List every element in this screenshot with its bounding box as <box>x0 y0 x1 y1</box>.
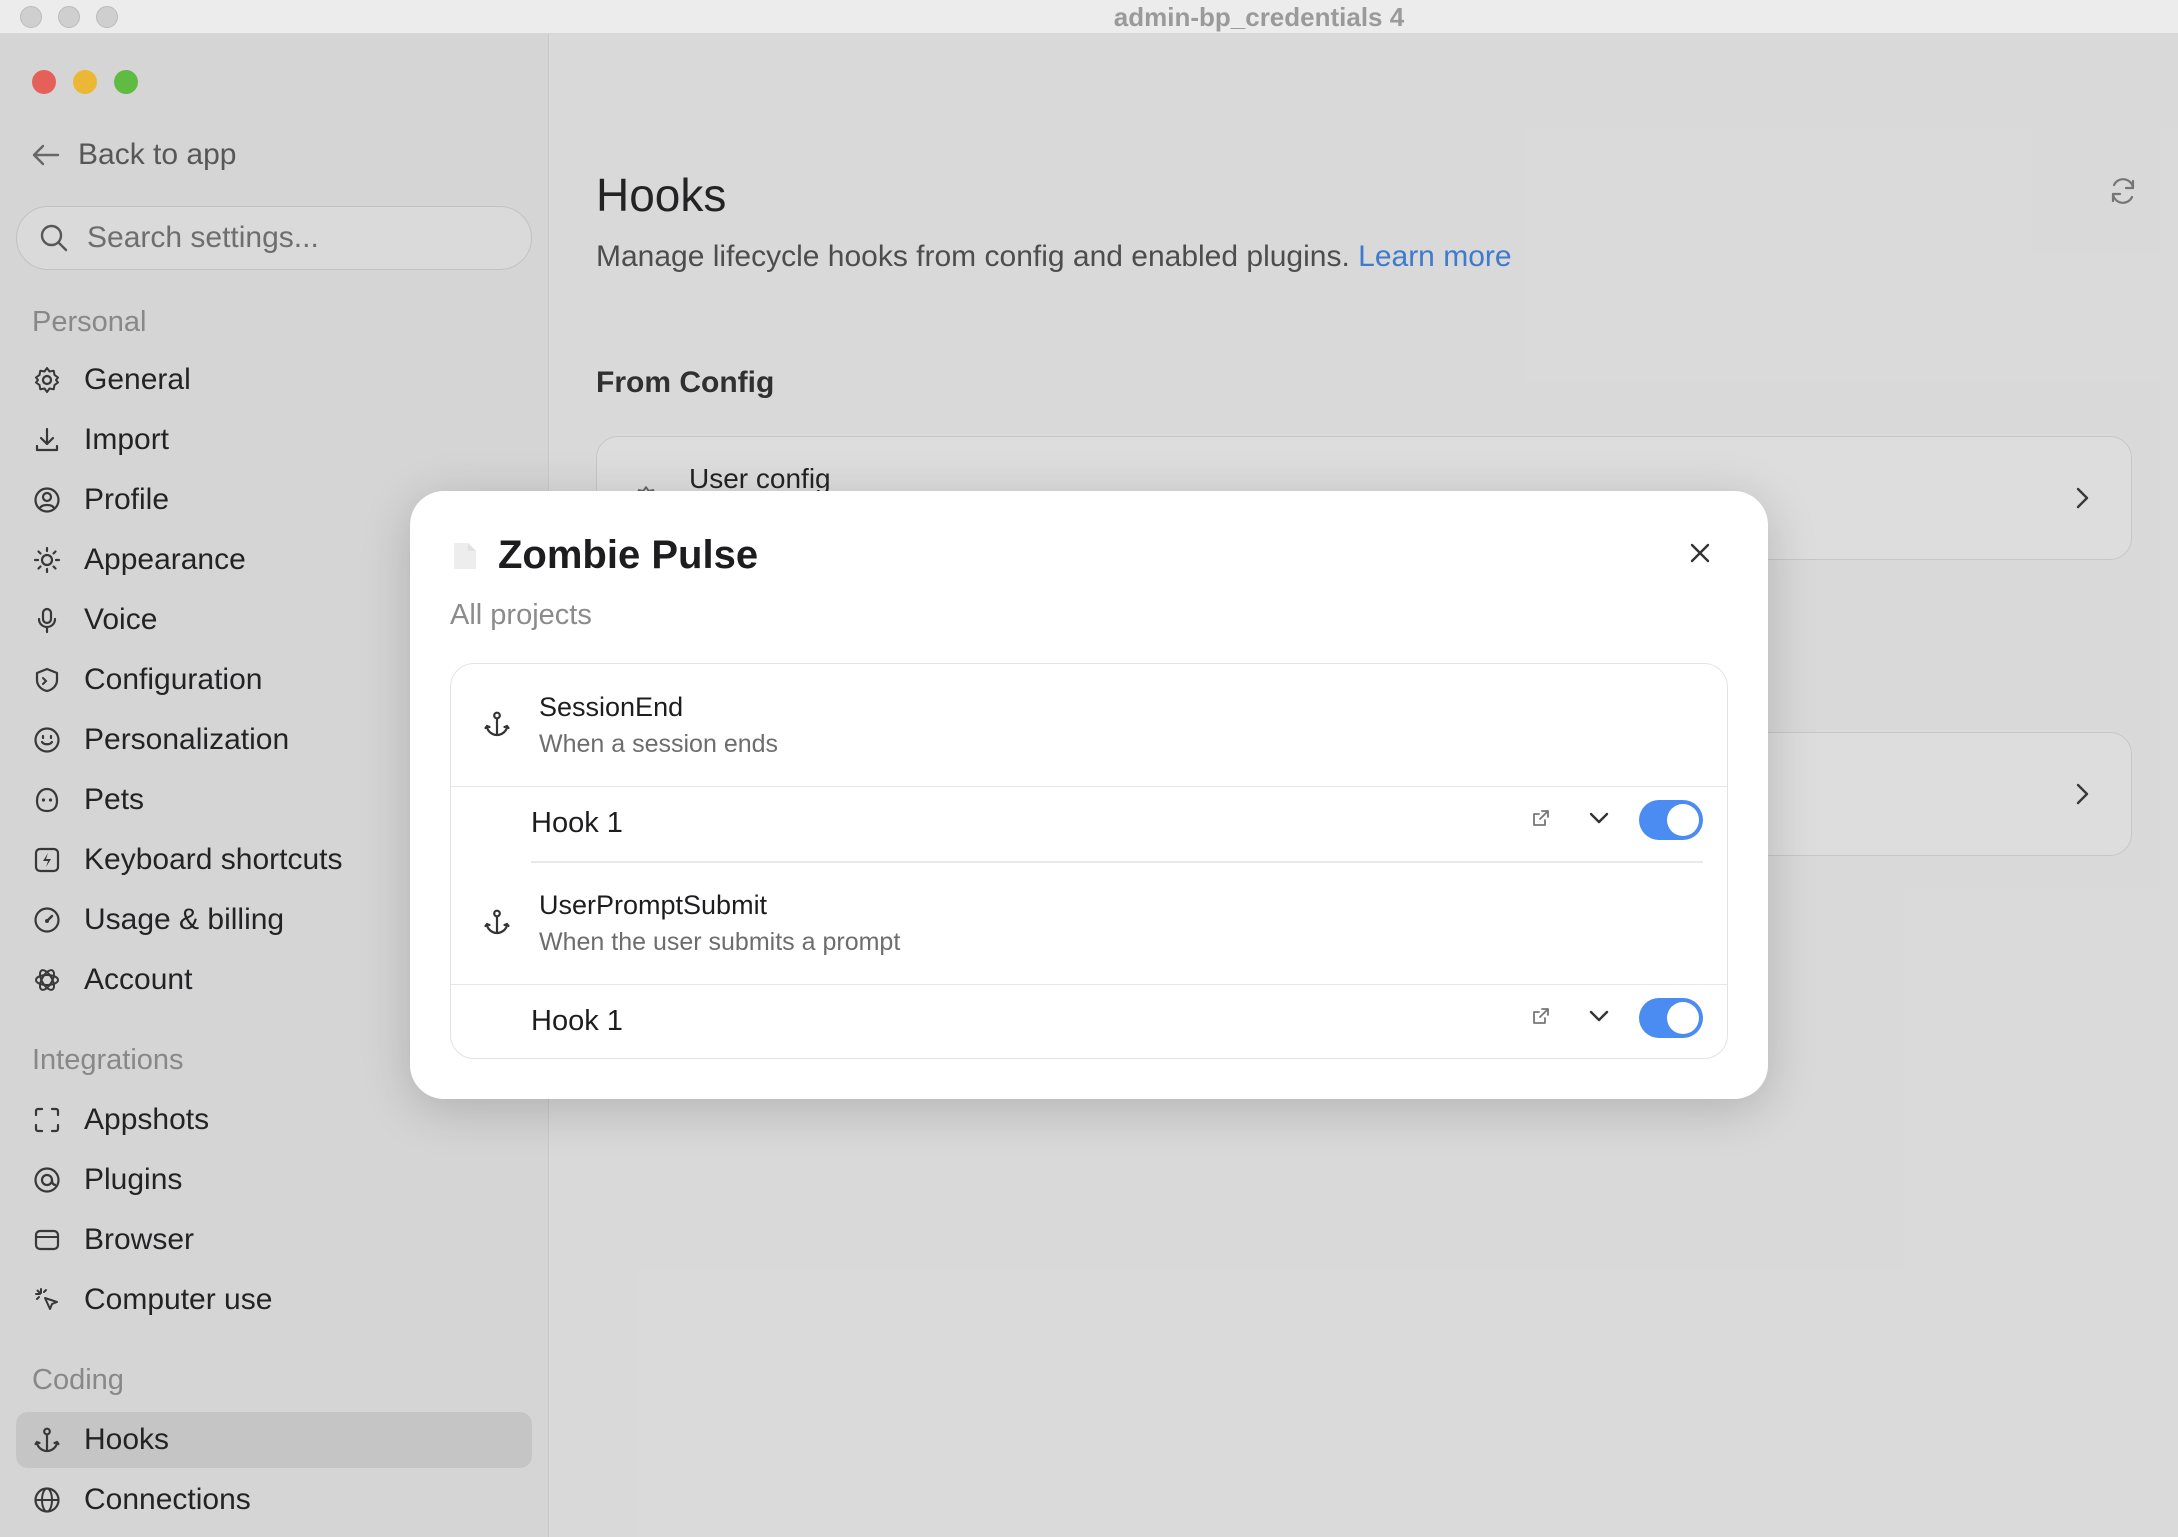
open-external-button[interactable] <box>1523 1000 1559 1036</box>
window-title: admin-bp_credentials 4 <box>1113 2 1405 32</box>
open-external-button[interactable] <box>1523 802 1559 838</box>
dialog-subtitle: All projects <box>450 599 592 631</box>
hook-enabled-toggle[interactable] <box>1639 998 1703 1038</box>
hook-name: Hook 1 <box>531 1005 623 1037</box>
dialog-close-button[interactable] <box>1682 535 1718 571</box>
hook-actions <box>1523 800 1703 840</box>
event-name: UserPromptSubmit <box>539 890 768 920</box>
hook-details-dialog: Zombie Pulse All projects SessionEnd Whe… <box>410 491 1768 1099</box>
close-icon <box>1689 542 1711 564</box>
event-name: SessionEnd <box>539 692 684 722</box>
anchor-icon <box>483 908 511 936</box>
external-link-icon <box>1531 1006 1551 1031</box>
hook-event-session-end: SessionEnd When a session ends <box>451 664 1727 786</box>
dialog-title: Zombie Pulse <box>498 533 759 577</box>
external-link-icon <box>1531 808 1551 833</box>
hook-enabled-toggle[interactable] <box>1639 800 1703 840</box>
event-description: When the user submits a prompt <box>539 928 901 956</box>
expand-hook-button[interactable] <box>1581 802 1617 838</box>
document-icon <box>450 540 480 572</box>
expand-hook-button[interactable] <box>1581 1000 1617 1036</box>
os-titlebar: admin-bp_credentials 4 <box>0 0 2178 34</box>
hook-events-list: SessionEnd When a session ends Hook 1 Us… <box>450 663 1728 1059</box>
hook-actions <box>1523 998 1703 1038</box>
hook-row: Hook 1 <box>451 984 1727 1058</box>
event-description: When a session ends <box>539 730 779 758</box>
hook-row: Hook 1 <box>451 786 1727 861</box>
chevron-down-icon <box>1588 811 1610 830</box>
chevron-down-icon <box>1588 1009 1610 1028</box>
hook-event-user-prompt-submit: UserPromptSubmit When the user submits a… <box>451 862 1727 984</box>
anchor-icon <box>483 710 511 738</box>
dialog-header: Zombie Pulse <box>450 533 758 578</box>
hook-name: Hook 1 <box>531 807 623 839</box>
